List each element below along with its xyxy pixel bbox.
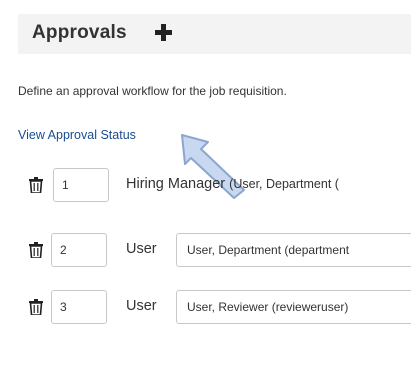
approver-row-1: Hiring Manager (User, Department (: [0, 168, 411, 202]
approver-type-label: User: [126, 298, 157, 314]
section-title: Approvals: [32, 22, 127, 43]
trash-icon[interactable]: [29, 299, 43, 315]
approver-input[interactable]: [176, 233, 411, 267]
section-description: Define an approval workflow for the job …: [18, 84, 287, 98]
trash-icon[interactable]: [29, 242, 43, 258]
approver-input[interactable]: [176, 290, 411, 324]
approver-label: Hiring Manager (User, Department (: [126, 176, 339, 192]
add-approval-plus-icon[interactable]: [155, 24, 172, 41]
approver-type-label: User: [126, 241, 157, 257]
trash-icon[interactable]: [29, 177, 43, 193]
approver-order-input[interactable]: [53, 168, 109, 202]
approver-row-2: User: [0, 233, 411, 267]
approver-type-label: Hiring Manager: [126, 176, 226, 192]
approver-detail: (User, Department (: [229, 177, 339, 191]
approver-row-3: User: [0, 290, 411, 324]
approver-order-input[interactable]: [51, 233, 107, 267]
section-header: Approvals: [18, 14, 411, 54]
approver-order-input[interactable]: [51, 290, 107, 324]
view-approval-status-link[interactable]: View Approval Status: [18, 128, 136, 142]
